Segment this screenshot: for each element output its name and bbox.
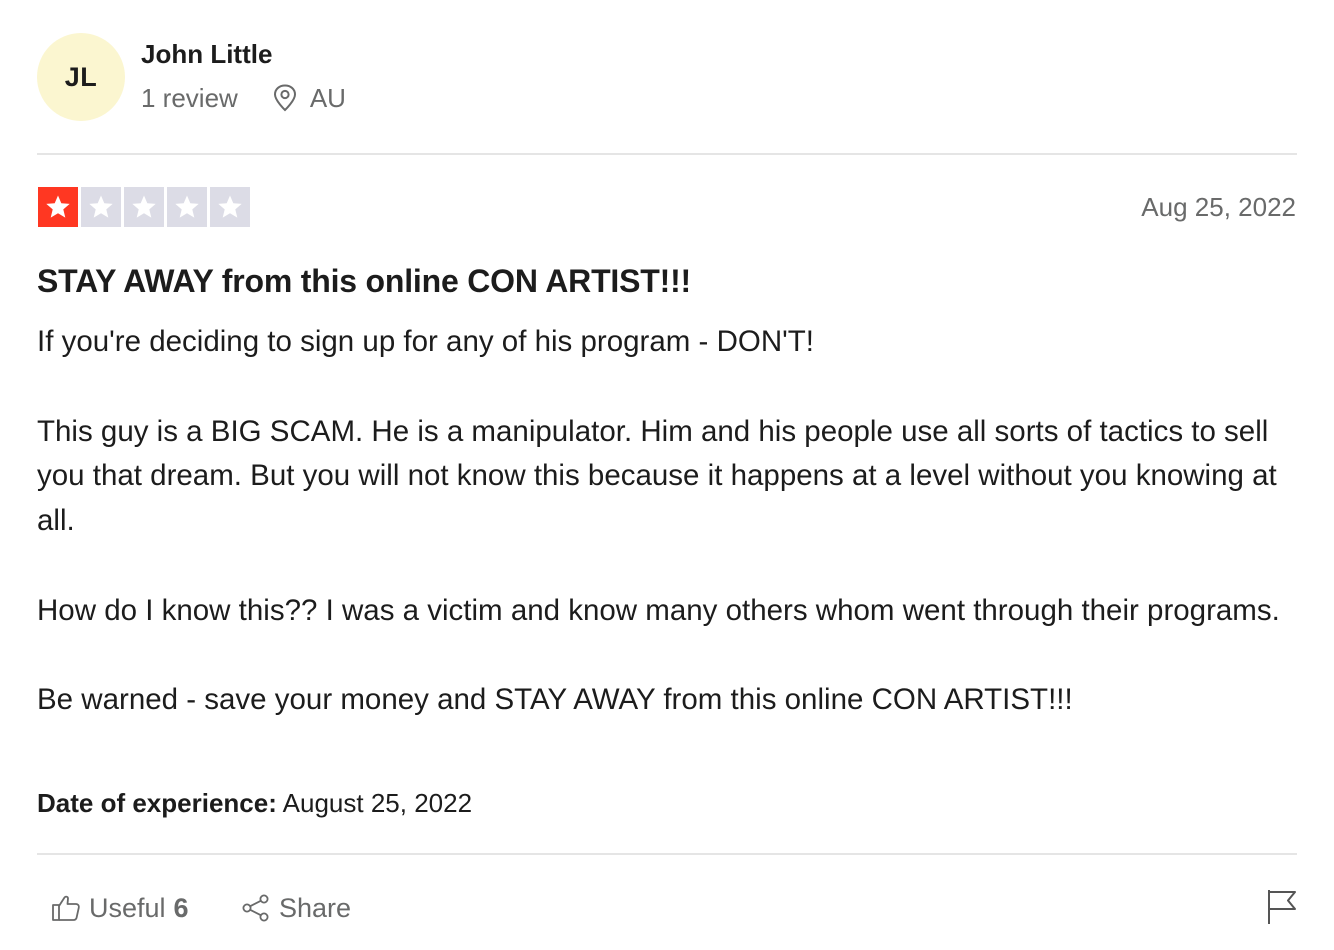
review-paragraph: How do I know this?? I was a victim and …: [37, 593, 1280, 627]
reviewer-country: AU: [309, 82, 346, 113]
review-paragraph: This guy is a BIG SCAM. He is a manipula…: [37, 414, 1277, 538]
useful-button[interactable]: Useful 6: [51, 888, 189, 928]
star-rating: [38, 187, 250, 227]
star-empty: [167, 187, 207, 227]
star-filled: [38, 187, 78, 227]
useful-count: 6: [173, 892, 189, 923]
review-paragraph: Be warned - save your money and STAY AWA…: [37, 683, 1073, 717]
review-card: JL John Little 1 review AU Aug 25, 2022 …: [0, 0, 1334, 950]
reviewer-meta: 1 review AU: [141, 80, 346, 116]
avatar-initials: JL: [64, 61, 98, 92]
thumbs-up-icon: [52, 895, 80, 921]
review-body: If you're deciding to sign up for any of…: [37, 320, 1299, 723]
review-paragraph: If you're deciding to sign up for any of…: [37, 325, 814, 358]
location-pin-icon: [273, 84, 296, 112]
review-date: Aug 25, 2022: [1141, 192, 1296, 222]
star-icon: [218, 195, 242, 218]
review-title[interactable]: STAY AWAY from this online CON ARTIST!!!: [37, 260, 691, 302]
share-button[interactable]: Share: [241, 888, 351, 928]
avatar[interactable]: JL: [37, 33, 125, 121]
share-label: Share: [279, 892, 352, 923]
reviewer-name[interactable]: John Little: [141, 38, 272, 70]
star-empty: [124, 187, 164, 227]
share-icon: [242, 894, 269, 922]
date-of-experience: Date of experience: August 25, 2022: [37, 785, 472, 821]
flag-icon[interactable]: [1266, 888, 1298, 926]
experience-label: Date of experience:: [37, 788, 277, 818]
experience-date: August 25, 2022: [282, 788, 473, 818]
star-icon: [132, 195, 156, 218]
star-icon: [175, 195, 199, 218]
review-count: 1 review: [141, 82, 238, 113]
star-empty: [81, 187, 121, 227]
star-icon: [89, 195, 113, 218]
footer-divider: [37, 853, 1297, 855]
star-empty: [210, 187, 250, 227]
header-divider: [37, 153, 1297, 155]
useful-label: Useful: [89, 892, 166, 923]
star-icon: [46, 195, 70, 218]
